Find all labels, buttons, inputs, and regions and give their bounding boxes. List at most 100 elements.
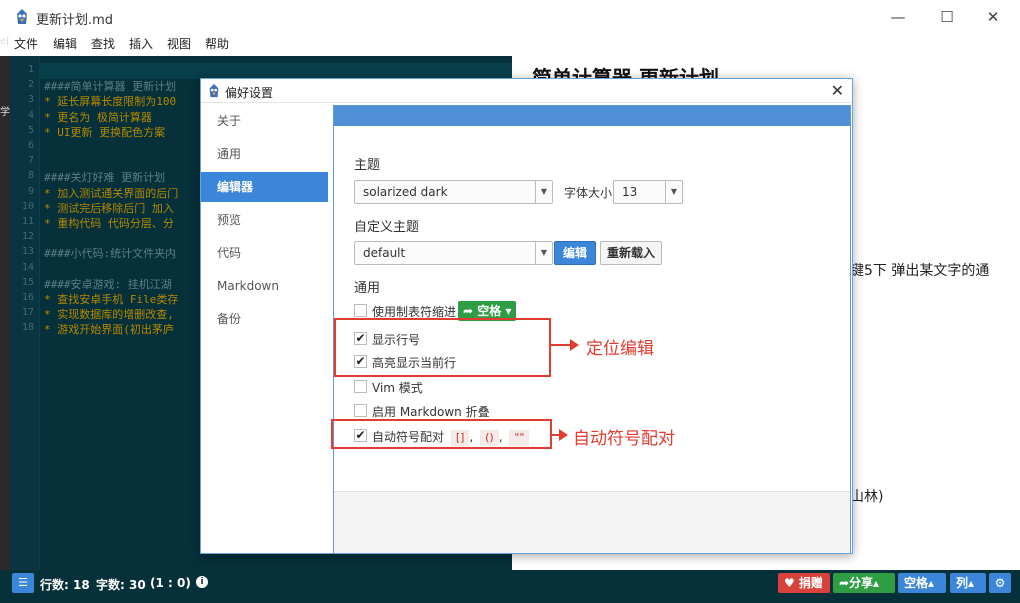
code-line: * 延长屏幕长度限制为100 <box>44 95 177 109</box>
maximize-button[interactable]: ☐ <box>935 6 959 28</box>
code-line: ####安卓游戏: 挂机江湖 <box>44 277 172 291</box>
line-number: 1 <box>27 64 34 75</box>
custom-theme-value: default <box>363 246 406 260</box>
vim-mode-label: Vim 模式 <box>372 381 423 395</box>
info-icon[interactable]: i <box>196 576 208 588</box>
panel-footer <box>334 491 850 553</box>
code-line: * 实现数据库的增删改查, <box>44 308 174 322</box>
font-size-value: 13 <box>622 185 638 199</box>
share-button[interactable]: ➦分享▴ <box>833 573 895 593</box>
code-line: * 更名为 极简计算器 <box>44 110 152 124</box>
strip-text: e[ <box>0 36 11 47</box>
annotation-box-locate <box>334 318 551 377</box>
active-line-highlight <box>40 63 512 79</box>
annotation-box-autopair <box>331 419 552 449</box>
line-number: 2 <box>27 79 34 91</box>
chevron-down-icon: ▼ <box>665 181 682 203</box>
background-window-strip: e[ 学 <box>0 36 10 570</box>
annotation-arrow-head <box>570 339 579 351</box>
line-number-gutter: 1 2 3 4 5 6 7 8 9 10 11 12 13 14 15 16 17 18 <box>10 56 40 570</box>
panel-header <box>334 106 850 126</box>
toggle-sidebar-icon[interactable]: ☰ <box>12 573 34 593</box>
code-line: * UI更新 更换配色方案 <box>44 125 166 139</box>
font-size-select[interactable]: 13 ▼ <box>613 180 683 204</box>
line-number: 3 <box>27 94 34 106</box>
menu-edit[interactable]: 编辑 <box>53 35 77 52</box>
line-number: 13 <box>21 246 34 258</box>
vim-mode-checkbox[interactable] <box>354 380 367 393</box>
sidebar-item-about[interactable]: 关于 <box>201 106 328 136</box>
line-number: 6 <box>27 140 34 151</box>
indent-mode-button[interactable]: 空格▴ <box>898 573 946 593</box>
cursor-position: (1 : 0) <box>150 576 191 590</box>
annotation-autopair-text: 自动符号配对 <box>573 429 675 449</box>
line-number: 4 <box>27 109 34 121</box>
sidebar-item-editor[interactable]: 编辑器 <box>201 172 328 202</box>
line-number: 18 <box>21 322 34 334</box>
code-line: * 游戏开始界面(初出茅庐 <box>44 323 174 337</box>
edit-theme-button[interactable]: 编辑 <box>554 241 596 265</box>
close-button[interactable]: ✕ <box>981 6 1005 28</box>
line-number: 14 <box>21 261 34 273</box>
minimize-button[interactable]: — <box>886 6 910 28</box>
line-number: 15 <box>21 276 34 288</box>
line-count: 行数: 18 <box>40 578 90 592</box>
menu-find[interactable]: 查找 <box>91 35 115 52</box>
preview-text: 键5下 弹出某文字的通 <box>850 263 990 279</box>
sidebar-item-code[interactable]: 代码 <box>201 238 328 268</box>
line-number: 7 <box>27 155 34 167</box>
code-line: * 重构代码 代码分层、分 <box>44 217 174 230</box>
line-number: 8 <box>27 170 34 182</box>
reload-theme-button[interactable]: 重新载入 <box>600 241 662 265</box>
code-line: * 测试完后移除后门 加入 <box>44 201 174 215</box>
code-line: * 加入测试通关界面的后门 <box>44 186 179 200</box>
column-button[interactable]: 列▴ <box>950 573 986 593</box>
line-number: 5 <box>27 124 34 136</box>
md-fold-checkbox[interactable] <box>354 404 367 417</box>
sidebar-item-backup[interactable]: 备份 <box>201 304 328 334</box>
sidebar-item-markdown[interactable]: Markdown <box>201 271 328 301</box>
line-number: 9 <box>27 185 34 197</box>
md-fold-label: 启用 Markdown 折叠 <box>372 405 490 419</box>
code-line: ####关灯好难 更新计划 <box>44 171 166 185</box>
menu-file[interactable]: 文件 <box>14 35 38 52</box>
line-number: 16 <box>21 292 34 303</box>
theme-label: 主题 <box>354 158 381 173</box>
theme-select[interactable]: solarized dark ▼ <box>354 180 553 204</box>
font-size-label: 字体大小 <box>564 186 613 200</box>
code-line: * 查找安卓手机 File类存 <box>44 293 179 306</box>
line-number: 12 <box>21 231 34 243</box>
donate-button[interactable]: ♥ 捐赠 <box>778 573 830 593</box>
sidebar-item-general[interactable]: 通用 <box>201 139 328 169</box>
general-section-label: 通用 <box>354 281 381 296</box>
chevron-down-icon: ▼ <box>535 181 552 203</box>
menu-insert[interactable]: 插入 <box>129 35 153 52</box>
tab-indent-checkbox[interactable] <box>354 304 367 317</box>
line-number: 11 <box>21 216 34 227</box>
menu-view[interactable]: 视图 <box>167 35 191 52</box>
menu-help[interactable]: 帮助 <box>205 35 229 52</box>
dialog-title-bar: 偏好设置 ✕ <box>201 79 852 103</box>
line-number: 17 <box>21 307 34 319</box>
app-logo-icon <box>209 84 219 98</box>
dialog-title: 偏好设置 <box>225 86 274 100</box>
theme-select-value: solarized dark <box>363 185 448 199</box>
menu-bar: 文件 编辑 查找 插入 视图 帮助 <box>0 34 1020 54</box>
sidebar-item-preview[interactable]: 预览 <box>201 205 328 235</box>
line-number: 10 <box>21 200 34 212</box>
preferences-dialog: 偏好设置 ✕ 关于 通用 编辑器 预览 代码 Markdown 备份 主题 so… <box>200 78 853 554</box>
annotation-locate-text: 定位编辑 <box>586 339 654 359</box>
custom-theme-select[interactable]: default ▼ <box>354 241 553 265</box>
code-line: ####小代码:统计文件夹内 <box>44 247 177 261</box>
char-count: 字数: 30 <box>96 578 146 592</box>
preview-text: 山林) <box>850 489 884 505</box>
window-title: 更新计划.md <box>36 13 114 28</box>
app-logo-icon <box>17 9 27 24</box>
code-line: ####简单计算器 更新计划 <box>44 80 177 94</box>
annotation-arrow <box>551 344 571 346</box>
md-fold-option[interactable]: 启用 Markdown 折叠 <box>354 402 504 420</box>
chevron-down-icon: ▼ <box>535 242 552 264</box>
settings-gear-icon[interactable]: ⚙ <box>989 573 1011 593</box>
vim-mode-option[interactable]: Vim 模式 <box>354 378 504 396</box>
dialog-close-button[interactable]: ✕ <box>831 81 844 100</box>
